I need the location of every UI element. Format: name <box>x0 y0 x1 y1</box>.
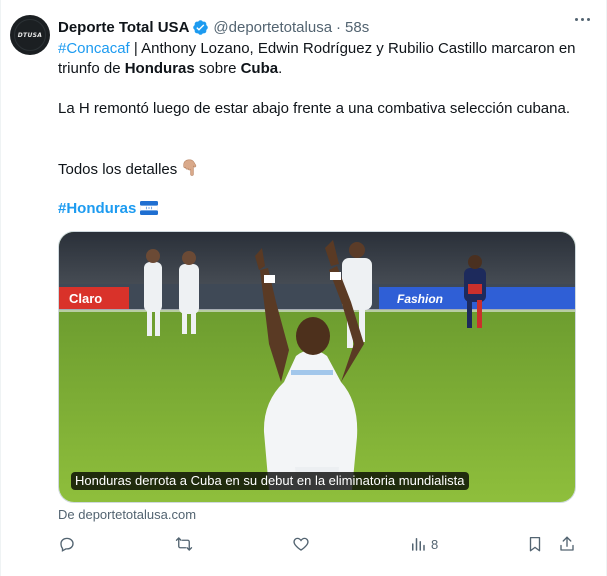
honduras-flag-icon <box>140 200 159 221</box>
action-bar: 8 <box>58 535 583 555</box>
heart-icon <box>293 537 309 551</box>
tweet-bold-cuba: Cuba <box>240 60 279 77</box>
avatar[interactable]: DTUSA <box>10 15 50 55</box>
tweet-text-paragraph-1: #Concacaf | Anthony Lozano, Edwin Rodríg… <box>58 39 583 79</box>
repost-icon <box>175 537 193 551</box>
pointing-down-hand-icon <box>181 159 199 183</box>
tweet-bold-honduras: Honduras <box>124 60 195 77</box>
analytics-icon <box>412 538 425 551</box>
card-source-link[interactable]: De deportetotalusa.com <box>58 507 196 522</box>
card-photo: Claro Fashion <box>59 232 575 502</box>
author-name[interactable]: Deporte Total USA <box>58 19 189 36</box>
tweet-text-segment: sobre <box>194 60 241 77</box>
verified-badge-icon <box>192 19 209 36</box>
hashtag-honduras-link[interactable]: #Honduras <box>58 200 136 217</box>
separator-dot: · <box>336 18 342 36</box>
views-button[interactable]: 8 <box>409 535 438 553</box>
tweet-text-segment: . <box>278 60 283 77</box>
tweet-text-paragraph-4: #Honduras <box>58 199 583 221</box>
bookmark-button[interactable] <box>526 535 544 553</box>
card-caption: Honduras derrota a Cuba en su debut en l… <box>71 472 469 490</box>
tweet-timestamp[interactable]: 58s <box>345 19 369 36</box>
bookmark-icon <box>529 536 541 552</box>
tweet-text-paragraph-3: Todos los detalles <box>58 159 583 183</box>
tweet-details-text: Todos los detalles <box>58 161 178 178</box>
tweet[interactable]: DTUSA Deporte Total USA @deportetotalusa… <box>0 0 607 576</box>
reply-icon <box>60 537 74 552</box>
hashtag-concacaf-link[interactable]: #Concacaf <box>58 40 130 57</box>
share-icon <box>560 536 574 551</box>
reply-button[interactable] <box>58 535 76 553</box>
tweet-text-paragraph-2: La H remontó luego de estar abajo frente… <box>58 100 570 117</box>
share-button[interactable] <box>558 535 576 553</box>
ad-board-text: Fashion <box>397 292 443 306</box>
ad-board-claro-text: Claro <box>69 291 102 306</box>
repost-button[interactable] <box>175 535 193 553</box>
like-button[interactable] <box>292 535 310 553</box>
more-options-icon[interactable] <box>575 18 590 21</box>
author-handle[interactable]: @deportetotalusa <box>213 19 332 36</box>
avatar-ring <box>14 19 46 51</box>
link-preview-card[interactable]: Claro Fashion Honduras derrota a Cuba en… <box>58 231 576 503</box>
tweet-header: Deporte Total USA @deportetotalusa · 58s <box>58 17 369 37</box>
views-count: 8 <box>431 536 439 552</box>
